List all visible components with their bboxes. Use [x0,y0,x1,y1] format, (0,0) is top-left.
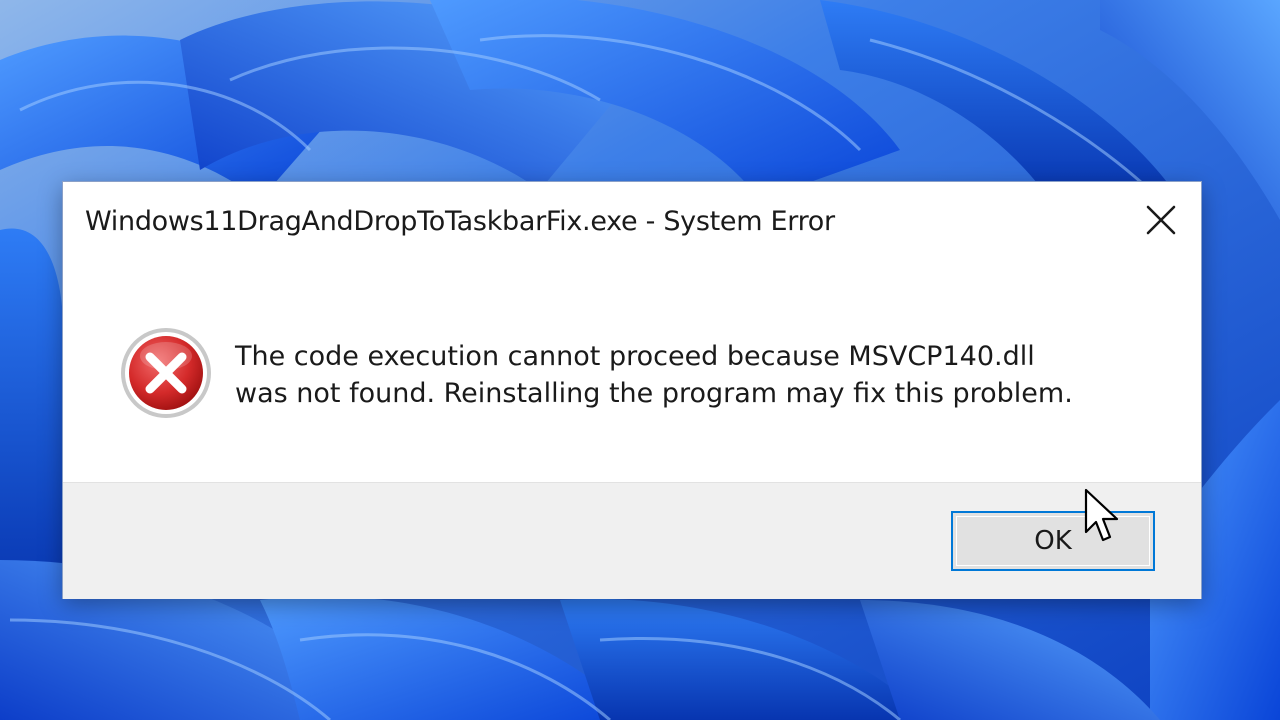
error-message: The code execution cannot proceed becaus… [235,338,1155,412]
error-message-line-2: was not found. Reinstalling the program … [235,378,1073,409]
dialog-content: The code execution cannot proceed becaus… [63,268,1201,482]
error-icon [121,328,211,418]
dialog-titlebar[interactable]: Windows11DragAndDropToTaskbarFix.exe - S… [63,182,1201,268]
close-icon [1146,205,1176,235]
error-message-line-1: The code execution cannot proceed becaus… [235,341,1035,372]
ok-button[interactable]: OK [951,511,1155,571]
dialog-footer: OK [63,482,1201,599]
dialog-title: Windows11DragAndDropToTaskbarFix.exe - S… [85,206,835,237]
close-button[interactable] [1137,196,1185,244]
system-error-dialog: Windows11DragAndDropToTaskbarFix.exe - S… [63,182,1201,599]
